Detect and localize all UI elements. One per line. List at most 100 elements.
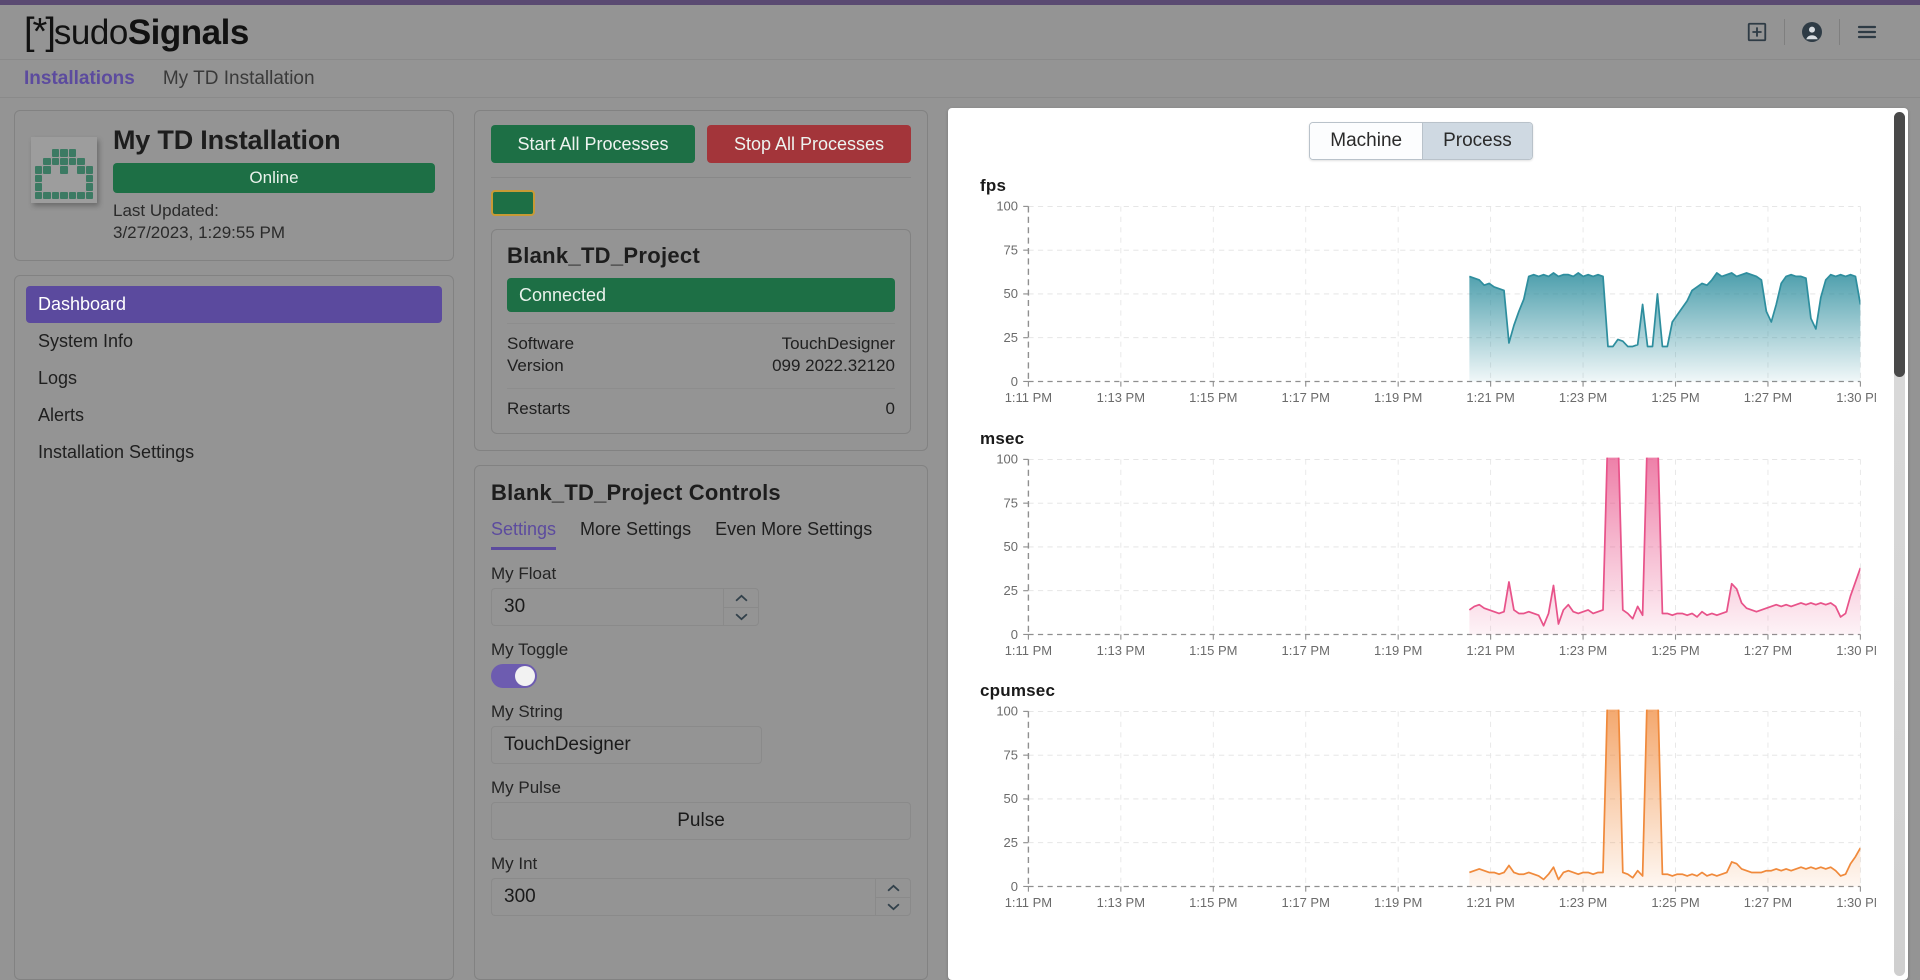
logo-pixel [35,141,42,148]
svg-text:1:17 PM: 1:17 PM [1282,643,1330,658]
chart-title-fps: fps [980,176,1007,195]
logo-pixel [43,191,51,199]
chart-block-msec: msec 0 25 50 75 100 1:11 PM 1:13 PM 1:15 PM 1:17… [966,429,1876,666]
account-circle-icon[interactable] [1785,12,1839,52]
breadcrumb-item-my-td-installation[interactable]: My TD Installation [163,68,315,90]
logo-pixel [68,191,77,199]
logo-pixel [77,141,84,148]
page-body: My TD Installation Online Last Updated: … [0,98,1920,980]
svg-text:0: 0 [1011,374,1018,389]
menu-icon[interactable] [1840,12,1894,52]
logo-pixel [43,166,51,174]
logo-pixel [86,141,93,148]
project-connection-badge[interactable]: Connected [507,278,895,312]
logo-pixel [60,166,68,174]
my-int-input[interactable] [491,878,875,917]
sidebar-item-installation-settings[interactable]: Installation Settings [26,434,442,471]
tab-more-settings[interactable]: More Settings [580,519,691,550]
metrics-panel: Machine Process fps 0 25 50 75 100 1:11 PM 1:1… [948,108,1908,980]
logo-pixel [68,157,77,166]
svg-text:1:19 PM: 1:19 PM [1374,643,1422,658]
sidebar-item-system-info[interactable]: System Info [26,323,442,360]
chart-fps[interactable]: 0 25 50 75 100 1:11 PM 1:13 PM 1:15 PM 1:17 PM 1:… [966,196,1876,413]
metrics-scrollbar[interactable] [1894,112,1905,976]
chart-msec[interactable]: 0 25 50 75 100 1:11 PM 1:13 PM 1:15 PM 1:17 PM 1:… [966,449,1876,666]
row-value: TouchDesigner 099 2022.32120 [772,334,895,375]
sidebar-item-logs[interactable]: Logs [26,360,442,397]
chevron-down-icon[interactable] [876,898,910,916]
scope-toggle-wrap: Machine Process [966,122,1876,160]
chart-title-msec: msec [980,428,1025,448]
status-badge[interactable]: Online [113,163,435,194]
chevron-up-icon[interactable] [724,589,758,608]
logo-pixel [35,183,43,191]
svg-text:1:21 PM: 1:21 PM [1466,896,1514,911]
logo-pixel [85,166,93,174]
chevron-up-icon[interactable] [876,879,910,898]
row-value: 0 [885,398,895,418]
svg-text:1:13 PM: 1:13 PM [1097,643,1145,658]
chart-block-cpumsec: cpumsec 0 25 50 75 100 1:11 PM 1:13 PM 1:15 PM 1… [966,681,1876,918]
svg-text:1:25 PM: 1:25 PM [1651,390,1699,405]
logo-pixel [60,157,68,166]
sidebar-item-dashboard[interactable]: Dashboard [26,286,442,324]
my-pulse-button[interactable]: Pulse [491,802,911,841]
tab-even-more-settings[interactable]: Even More Settings [715,519,872,550]
app-logo[interactable]: [*] sudo Signals [24,11,249,54]
svg-text:0: 0 [1011,879,1018,894]
svg-text:1:11 PM: 1:11 PM [1005,896,1052,911]
breadcrumb-item-installations[interactable]: Installations [24,68,135,90]
logo-pixel [60,175,67,182]
logo-pixel [69,175,76,182]
metrics-scrollbar-thumb[interactable] [1894,112,1905,377]
my-string-label: My String [491,702,563,722]
my-toggle-switch[interactable] [491,664,537,689]
project-name: Blank_TD_Project [507,243,701,268]
logo-pixel [43,157,51,166]
installation-meta: My TD Installation Online Last Updated: … [113,125,435,244]
last-updated-label: Last Updated: [113,201,219,221]
sidebar-column: My TD Installation Online Last Updated: … [0,98,466,980]
svg-text:1:19 PM: 1:19 PM [1374,896,1422,911]
stop-all-processes-button[interactable]: Stop All Processes [707,125,911,163]
chart-cpumsec[interactable]: 0 25 50 75 100 1:11 PM 1:13 PM 1:15 PM 1:17 PM 1:… [966,701,1876,918]
svg-text:1:30 PM: 1:30 PM [1836,390,1876,405]
logo-pixel [60,149,68,157]
svg-text:1:11 PM: 1:11 PM [1005,643,1052,658]
logo-pixel [52,141,59,148]
breadcrumb: Installations My TD Installation [0,60,1920,98]
logo-pixel [35,166,43,174]
my-float-stepper [723,588,759,627]
last-updated-value: 3/27/2023, 1:29:55 PM [113,223,286,243]
logo-pixel [35,191,43,199]
svg-text:1:25 PM: 1:25 PM [1651,643,1699,658]
svg-text:1:30 PM: 1:30 PM [1836,896,1876,911]
logo-pixel [77,157,85,166]
logo-text-light: sudo [53,12,128,52]
tab-machine[interactable]: Machine [1310,123,1423,159]
process-buttons: Start All Processes Stop All Processes [491,125,911,163]
tab-process[interactable]: Process [1422,123,1532,159]
logo-pixel [51,149,60,157]
sidebar-item-alerts[interactable]: Alerts [26,397,442,434]
logo-pixel [43,175,50,182]
my-string-input[interactable] [491,726,762,765]
logo-text-bold: Signals [127,12,249,52]
svg-text:1:25 PM: 1:25 PM [1651,896,1699,911]
chevron-down-icon[interactable] [724,608,758,626]
logo-pixel [35,149,42,156]
logo-pixel [85,183,93,191]
add-box-icon[interactable] [1730,12,1784,52]
process-status-chip[interactable] [491,190,535,216]
controls-title: Blank_TD_Project Controls [491,480,781,506]
start-all-processes-button[interactable]: Start All Processes [491,125,695,163]
table-row: Restarts 0 [507,398,895,420]
tab-settings[interactable]: Settings [491,519,557,551]
field-my-toggle: My Toggle [491,640,911,689]
charts-column: Machine Process fps 0 25 50 75 100 1:11 PM 1:1… [936,98,1920,980]
my-float-input[interactable] [491,588,723,627]
svg-text:1:27 PM: 1:27 PM [1744,390,1792,405]
my-toggle-label: My Toggle [491,640,569,660]
svg-text:100: 100 [996,199,1018,214]
svg-text:1:17 PM: 1:17 PM [1282,896,1330,911]
